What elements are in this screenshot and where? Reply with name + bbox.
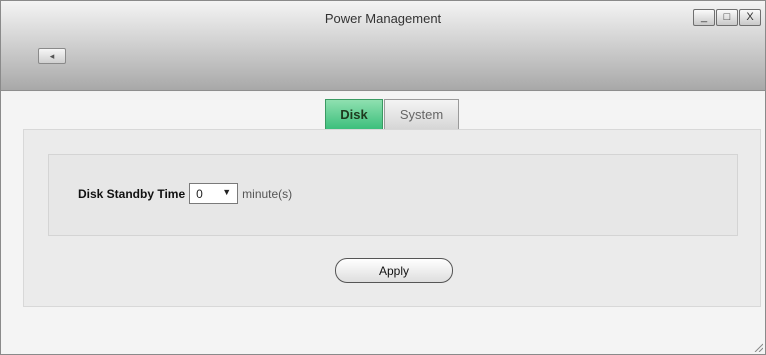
standby-time-select[interactable]: 0 ▼: [189, 183, 239, 204]
standby-time-label: Disk Standby Time: [78, 186, 186, 201]
dropdown-arrow-icon: ▼: [222, 187, 232, 197]
disk-panel: Disk Standby Time 0 ▼ minute(s) Apply: [23, 129, 761, 307]
resize-grip-icon[interactable]: [753, 342, 763, 352]
content-area: Disk System Disk Standby Time 0 ▼ minute…: [1, 92, 765, 354]
tab-system[interactable]: System: [384, 99, 459, 130]
maximize-button[interactable]: □: [716, 9, 738, 26]
title-bar: Power Management _ □ X ◂: [1, 1, 765, 91]
window-controls: _ □ X: [693, 9, 761, 26]
standby-time-unit: minute(s): [242, 186, 293, 201]
window-title: Power Management: [324, 11, 442, 26]
back-button[interactable]: ◂: [38, 48, 66, 64]
standby-settings-group: Disk Standby Time 0 ▼ minute(s): [48, 154, 738, 236]
minimize-button[interactable]: _: [693, 9, 715, 26]
back-arrow-icon: ◂: [49, 50, 55, 61]
power-management-window: Power Management _ □ X ◂ Disk System Dis…: [0, 0, 766, 355]
apply-button[interactable]: Apply: [335, 258, 453, 283]
standby-time-row: Disk Standby Time 0 ▼ minute(s): [78, 183, 292, 204]
tab-bar: Disk System: [325, 99, 459, 130]
tab-disk[interactable]: Disk: [325, 99, 383, 130]
standby-time-value: 0: [196, 186, 203, 201]
close-button[interactable]: X: [739, 9, 761, 26]
